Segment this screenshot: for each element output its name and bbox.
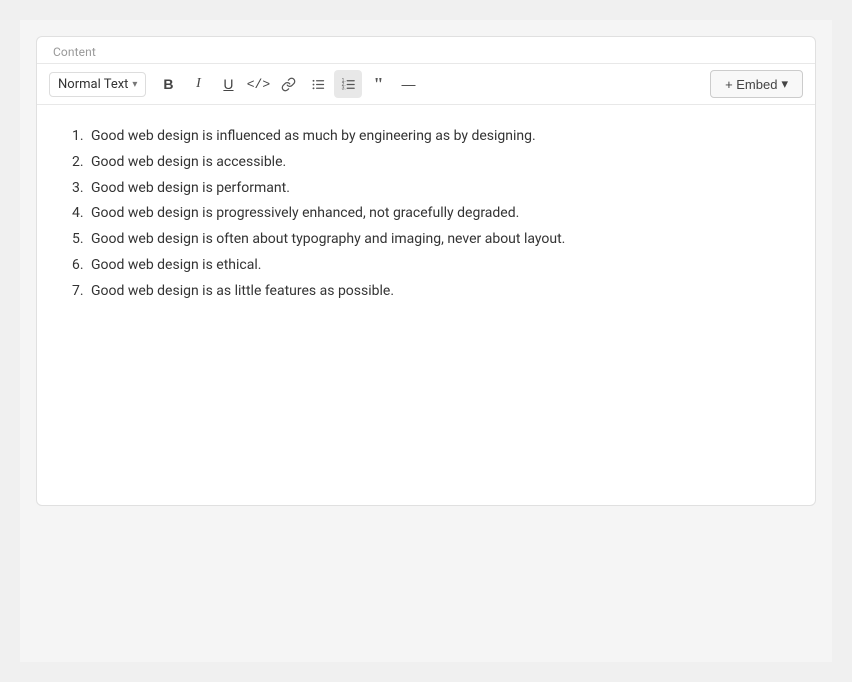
editor-content[interactable]: Good web design is influenced as much by… [37,105,815,505]
list-item: Good web design is ethical. [87,254,785,278]
quote-button[interactable]: " [364,70,392,98]
embed-label: + Embed [725,77,777,92]
embed-button[interactable]: + Embed ▾ [710,70,803,98]
ordered-list-button[interactable]: 1. 2. 3. [334,70,362,98]
svg-text:3.: 3. [342,85,346,91]
embed-chevron-icon: ▾ [781,76,788,92]
link-button[interactable] [274,70,302,98]
code-button[interactable]: </> [244,70,272,98]
list-item: Good web design is often about typograph… [87,228,785,252]
text-style-chevron: ▾ [132,79,137,90]
list-item: Good web design is progressively enhance… [87,202,785,226]
content-list: Good web design is influenced as much by… [67,125,785,304]
text-style-label: Normal Text [58,77,128,92]
list-item: Good web design is performant. [87,177,785,201]
bold-button[interactable]: B [154,70,182,98]
text-style-select[interactable]: Normal Text ▾ [49,72,146,97]
list-item: Good web design is influenced as much by… [87,125,785,149]
underline-button[interactable]: U [214,70,242,98]
page-wrapper: Content Normal Text ▾ B I U </> [20,20,832,662]
list-item: Good web design is accessible. [87,151,785,175]
toolbar: Normal Text ▾ B I U </> [37,63,815,105]
italic-button[interactable]: I [184,70,212,98]
editor-container: Content Normal Text ▾ B I U </> [36,36,816,506]
list-item: Good web design is as little features as… [87,280,785,304]
unordered-list-button[interactable] [304,70,332,98]
content-label: Content [37,37,815,63]
dash-button[interactable]: — [394,70,422,98]
